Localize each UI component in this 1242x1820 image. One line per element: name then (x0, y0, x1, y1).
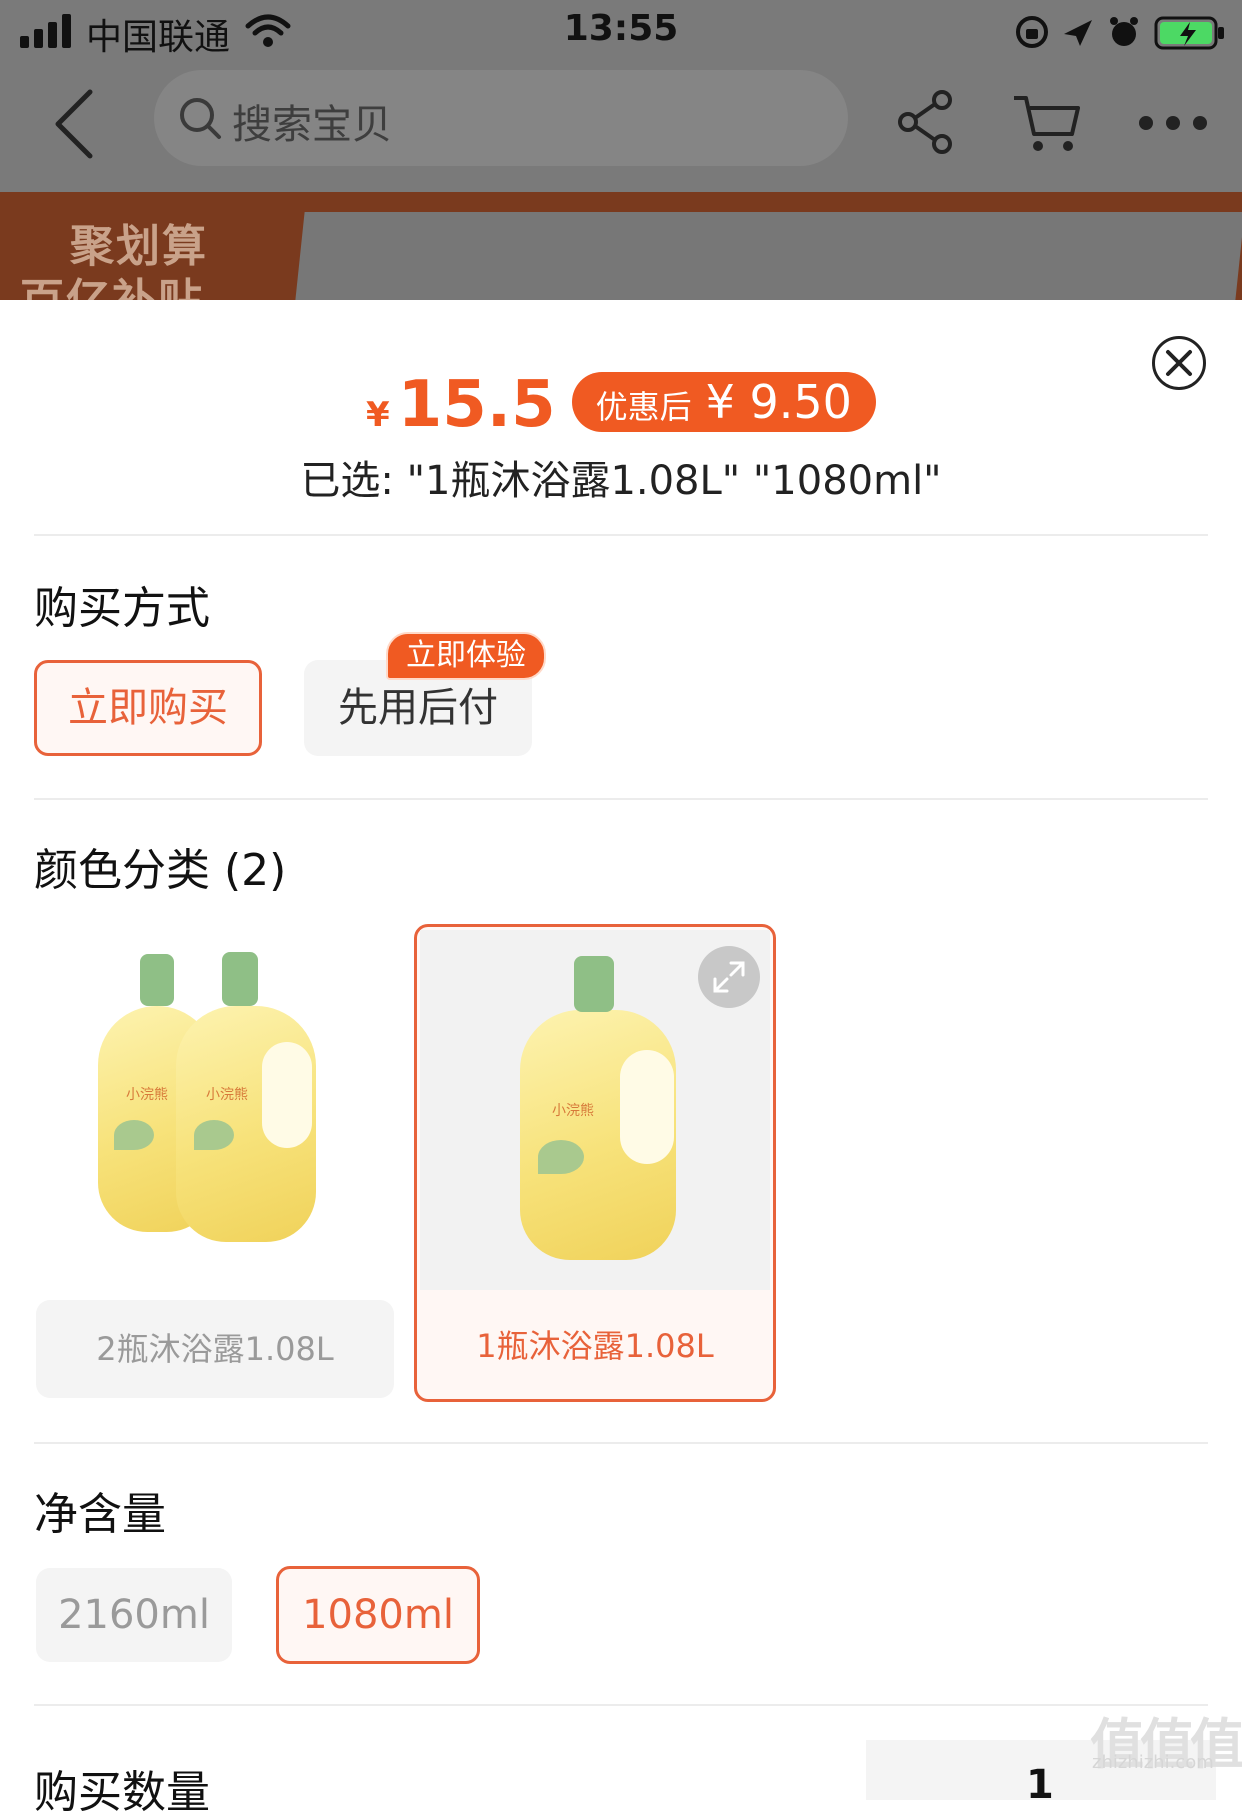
option-label: 2瓶沐浴露1.08L (96, 1330, 334, 1368)
search-icon (180, 98, 221, 139)
divider (34, 534, 1208, 536)
back-button[interactable] (40, 86, 110, 162)
battery-icon (1154, 16, 1224, 50)
option-label: 2160ml (58, 1592, 210, 1638)
watermark-url: zhizhizhi.com (1092, 1752, 1214, 1773)
banner-subtitle: 百亿补贴 (20, 264, 204, 300)
option-label: 1瓶沐浴露1.08L (476, 1327, 714, 1365)
status-indicators (1016, 16, 1224, 50)
alarm-icon (1110, 17, 1138, 46)
selected-summary: 已选: "1瓶沐浴露1.08L" "1080ml" (300, 458, 942, 504)
sku-image-two-bottles[interactable]: 小浣熊 小浣熊 (36, 924, 394, 1284)
brand-label: 小浣熊 (206, 1087, 248, 1103)
option-2160ml[interactable]: 2160ml (36, 1568, 232, 1662)
color-category-title: 颜色分类 (2) (34, 845, 287, 896)
discount-label: 优惠后 (595, 388, 692, 426)
option-buy-now[interactable]: 立即购买 (34, 660, 262, 756)
try-now-tag: 立即体验 (386, 632, 546, 680)
option-1080ml[interactable]: 1080ml (276, 1566, 480, 1664)
promo-banner: 聚划算 百亿补贴 (0, 192, 1242, 300)
location-icon (1064, 20, 1092, 46)
share-icon[interactable] (896, 90, 956, 154)
option-label: 先用后付 (338, 685, 498, 731)
brand-label: 小浣熊 (552, 1103, 594, 1119)
rotation-lock-icon (1016, 16, 1048, 48)
option-label: 立即购买 (68, 685, 228, 731)
cart-icon[interactable] (1012, 92, 1082, 156)
option-label: 1080ml (302, 1592, 454, 1638)
search-input[interactable]: 搜索宝贝 (154, 70, 848, 166)
divider (34, 1704, 1208, 1706)
price-currency: ¥ (366, 395, 390, 435)
search-placeholder: 搜索宝贝 (232, 102, 392, 148)
option-2-bottles[interactable]: 2瓶沐浴露1.08L (36, 1300, 394, 1398)
brand-label: 小浣熊 (126, 1087, 168, 1103)
price-row: ¥15.5 优惠后 ¥ 9.50 (0, 368, 1242, 442)
discount-badge: 优惠后 ¥ 9.50 (571, 372, 876, 432)
net-content-title: 净含量 (34, 1489, 166, 1540)
divider (34, 1442, 1208, 1444)
expand-image-button[interactable] (698, 946, 760, 1008)
more-icon[interactable] (1134, 110, 1212, 136)
price-value: 15.5 (397, 368, 556, 442)
quantity-value[interactable]: 1 (1026, 1762, 1054, 1808)
expand-icon (713, 961, 745, 993)
quantity-title: 购买数量 (34, 1767, 210, 1818)
divider (34, 798, 1208, 800)
purchase-method-title: 购买方式 (34, 583, 210, 634)
discount-price: ¥ 9.50 (705, 375, 852, 429)
